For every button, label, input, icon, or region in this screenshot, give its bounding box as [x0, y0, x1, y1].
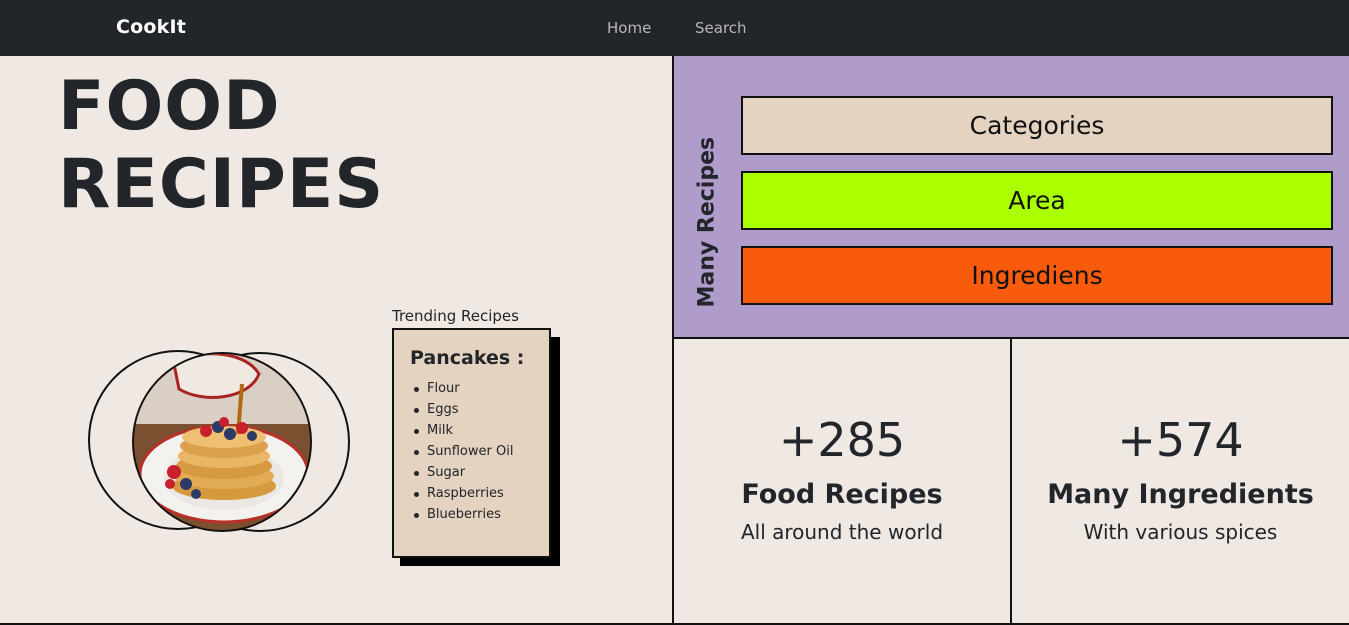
- ingredient-item: Raspberries: [414, 483, 513, 504]
- stat-number: +285: [778, 413, 906, 467]
- stat-subtitle: All around the world: [740, 520, 944, 544]
- stat-card-recipes: +285 Food Recipes All around the world: [674, 339, 1012, 625]
- stat-subtitle: With various spices: [1083, 520, 1278, 544]
- many-recipes-label: Many Recipes: [694, 136, 720, 308]
- ingredient-list: Flour Eggs Milk Sunflower Oil Sugar Rasp…: [414, 378, 513, 525]
- trending-recipe-card[interactable]: Pancakes : Flour Eggs Milk Sunflower Oil…: [392, 328, 551, 558]
- ingredient-item: Sunflower Oil: [414, 441, 513, 462]
- stat-title: Many Ingredients: [1047, 479, 1314, 510]
- hero-title-line-2: RECIPES: [58, 145, 385, 224]
- brand-logo[interactable]: CookIt: [116, 16, 186, 38]
- ingredients-button[interactable]: Ingrediens: [741, 246, 1333, 305]
- recipe-name: Pancakes :: [410, 347, 525, 369]
- stat-number: +574: [1117, 413, 1244, 467]
- navbar: CookIt Home Search: [0, 0, 1349, 56]
- stat-card-ingredients: +574 Many Ingredients With various spice…: [1012, 339, 1349, 625]
- categories-button[interactable]: Categories: [741, 96, 1333, 155]
- pancake-photo: [132, 352, 312, 532]
- ingredient-item: Sugar: [414, 462, 513, 483]
- ingredient-item: Eggs: [414, 399, 513, 420]
- trending-label: Trending Recipes: [392, 307, 519, 325]
- area-button[interactable]: Area: [741, 171, 1333, 230]
- hero-title-line-1: FOOD: [58, 67, 281, 146]
- hero-title: FOOD RECIPES: [58, 68, 384, 224]
- ingredient-item: Blueberries: [414, 504, 513, 525]
- ingredient-item: Milk: [414, 420, 513, 441]
- nav-home-link[interactable]: Home: [607, 19, 651, 37]
- ingredient-item: Flour: [414, 378, 513, 399]
- stat-title: Food Recipes: [741, 479, 943, 510]
- nav-search-link[interactable]: Search: [695, 19, 747, 37]
